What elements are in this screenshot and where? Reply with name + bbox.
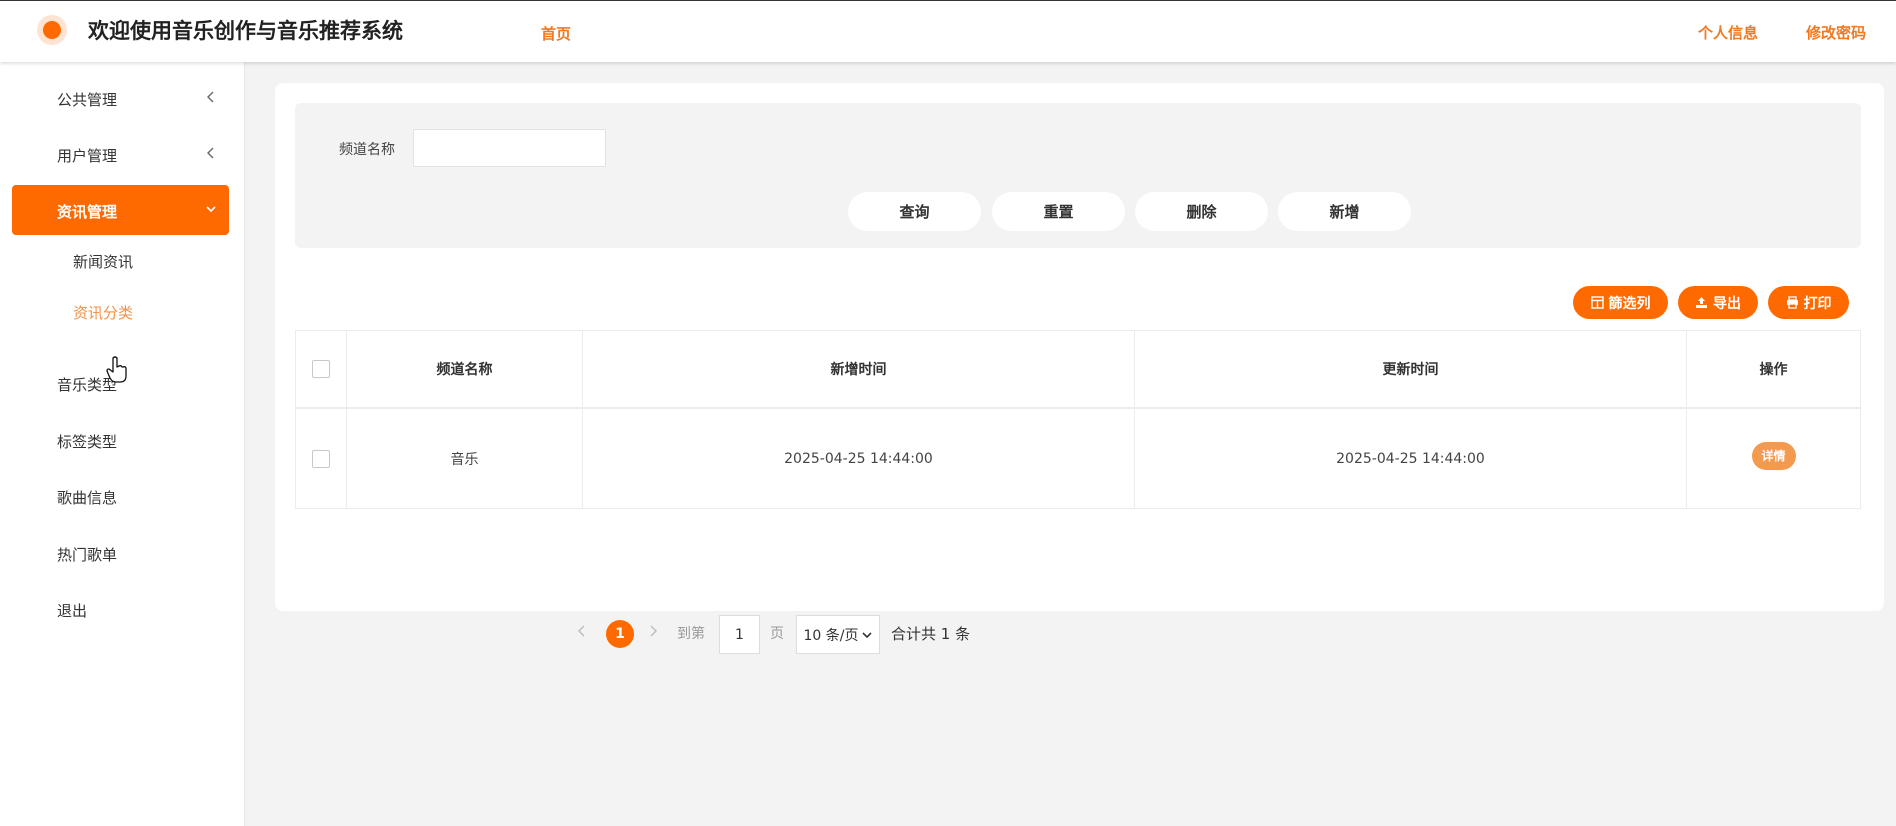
columns-icon xyxy=(1590,296,1604,309)
query-button[interactable]: 查询 xyxy=(848,192,981,231)
sidebar-item-label: 热门歌单 xyxy=(57,546,118,564)
print-label: 打印 xyxy=(1803,295,1832,312)
table-header-name: 频道名称 xyxy=(347,331,583,409)
select-all-checkbox[interactable] xyxy=(312,360,330,378)
nav-profile-link[interactable]: 个人信息 xyxy=(1698,22,1758,43)
sidebar-item-news-management[interactable]: 资讯管理 xyxy=(12,185,229,235)
search-panel: 频道名称 查询 重置 删除 新增 xyxy=(295,103,1861,248)
current-page-button[interactable]: 1 xyxy=(606,620,634,648)
app-title: 欢迎使用音乐创作与音乐推荐系统 xyxy=(88,19,403,43)
goto-suffix: 页 xyxy=(770,626,784,642)
chevron-left-icon xyxy=(207,147,214,159)
prev-page-icon[interactable] xyxy=(577,624,587,638)
table-header-action: 操作 xyxy=(1687,331,1860,409)
table-cell-created: 2025-04-25 14:44:00 xyxy=(583,409,1135,508)
hand-pointer-cursor-icon xyxy=(106,356,127,383)
chevron-down-icon xyxy=(206,206,216,213)
sidebar-item-label: 退出 xyxy=(57,602,88,620)
sidebar-item-label: 用户管理 xyxy=(57,147,118,165)
goto-prefix: 到第 xyxy=(677,626,705,642)
detail-button[interactable]: 详情 xyxy=(1751,441,1796,470)
table-cell-select xyxy=(296,409,347,508)
data-table: 频道名称 新增时间 更新时间 操作 音乐 2025-04-25 14:44:00… xyxy=(295,330,1861,509)
chevron-left-icon xyxy=(207,91,214,103)
sidebar-item-label: 歌曲信息 xyxy=(57,489,118,507)
reset-button[interactable]: 重置 xyxy=(992,192,1125,231)
export-icon xyxy=(1696,297,1707,308)
sidebar-subitem-news-category[interactable]: 资讯分类 xyxy=(73,302,133,323)
page-size-value: 10 条/页 xyxy=(803,627,859,644)
table-cell-updated: 2025-04-25 14:44:00 xyxy=(1135,409,1687,508)
sidebar-item-hot-playlist[interactable]: 热门歌单 xyxy=(12,528,229,578)
filter-columns-button[interactable]: 篩选列 xyxy=(1573,286,1668,319)
sidebar-item-label: 标签类型 xyxy=(57,433,118,451)
top-header: 欢迎使用音乐创作与音乐推荐系统 首页 个人信息 修改密码 xyxy=(0,0,1896,62)
export-button[interactable]: 导出 xyxy=(1678,286,1758,319)
table-cell-action: 详情 xyxy=(1687,409,1860,508)
next-page-icon[interactable] xyxy=(648,624,658,638)
delete-button[interactable]: 删除 xyxy=(1135,192,1268,231)
channel-name-label: 频道名称 xyxy=(339,142,395,158)
nav-home-link[interactable]: 首页 xyxy=(541,23,571,44)
sidebar-item-label: 资讯管理 xyxy=(57,203,118,221)
add-button[interactable]: 新增 xyxy=(1278,192,1411,231)
export-label: 导出 xyxy=(1713,295,1741,312)
printer-icon xyxy=(1786,296,1798,309)
goto-page-input[interactable]: 1 xyxy=(719,615,760,654)
sidebar-item-label: 公共管理 xyxy=(57,91,118,109)
print-button[interactable]: 打印 xyxy=(1768,286,1849,319)
sidebar-item-user-management[interactable]: 用户管理 xyxy=(12,129,229,179)
sidebar-item-logout[interactable]: 退出 xyxy=(12,584,229,634)
filter-columns-label: 篩选列 xyxy=(1608,295,1651,312)
page-size-select[interactable]: 10 条/页 xyxy=(796,615,880,654)
table-header-select xyxy=(296,331,347,409)
row-checkbox[interactable] xyxy=(312,449,330,468)
table-header-created: 新增时间 xyxy=(583,331,1135,409)
sidebar-item-public-management[interactable]: 公共管理 xyxy=(12,73,229,123)
chevron-down-icon xyxy=(862,631,873,638)
logo-icon xyxy=(37,15,67,45)
sidebar-subitem-news[interactable]: 新闻资讯 xyxy=(73,251,133,272)
main-content-card: 频道名称 查询 重置 删除 新增 篩选列 导出 打印 频道名称 新增时间 更新时… xyxy=(275,83,1884,654)
channel-name-input[interactable] xyxy=(413,129,606,167)
sidebar: 公共管理 用户管理 资讯管理 新闻资讯 资讯分类 音乐类型 标签类型 歌曲信息 … xyxy=(0,62,245,826)
table-header-updated: 更新时间 xyxy=(1135,331,1687,409)
sidebar-item-song-info[interactable]: 歌曲信息 xyxy=(12,471,229,521)
sidebar-item-tag-type[interactable]: 标签类型 xyxy=(12,415,229,465)
table-cell-name: 音乐 xyxy=(347,409,583,508)
total-count: 合计共 1 条 xyxy=(891,625,971,643)
nav-change-password-link[interactable]: 修改密码 xyxy=(1806,22,1866,43)
